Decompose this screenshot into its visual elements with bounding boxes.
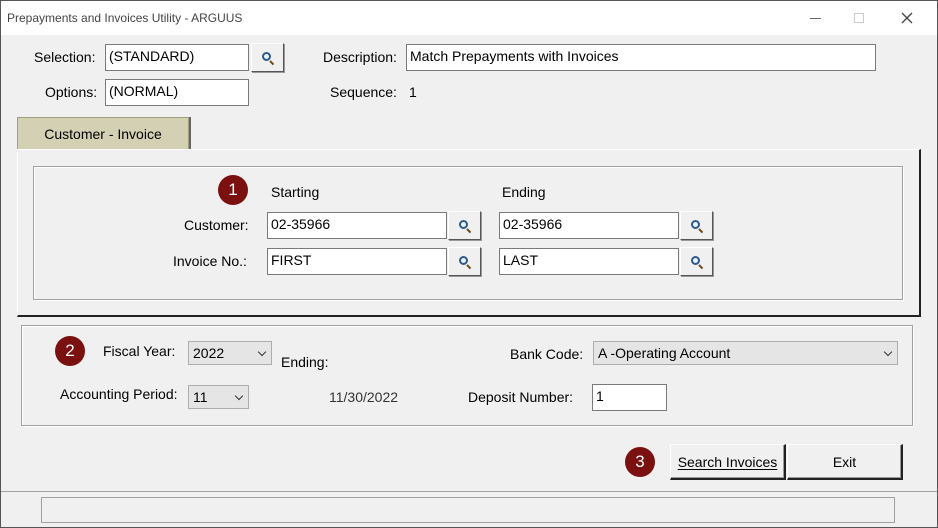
step-badge-3: 3 [625, 447, 655, 477]
chevron-down-icon [257, 347, 267, 357]
bank-code-label: Bank Code: [510, 346, 584, 362]
step-badge-1: 1 [218, 175, 248, 205]
description-label: Description: [323, 49, 397, 65]
invoice-end-field[interactable]: LAST [499, 248, 679, 275]
selection-field[interactable]: (STANDARD) [105, 44, 249, 71]
exit-button[interactable]: Exit [787, 444, 903, 480]
ending-date-value: 11/30/2022 [329, 389, 399, 405]
minimize-button[interactable] [795, 5, 835, 31]
exit-label: Exit [832, 453, 857, 470]
customer-label: Customer: [184, 217, 249, 233]
sequence-label: Sequence: [330, 84, 397, 100]
fiscal-year-select[interactable]: 2022 [188, 341, 272, 365]
accounting-period-label: Accounting Period: [60, 386, 178, 402]
options-field[interactable]: (NORMAL) [105, 79, 249, 106]
status-panel [41, 497, 895, 523]
accounting-period-value: 11 [193, 389, 208, 405]
magnifier-icon [690, 255, 703, 269]
accounting-period-select[interactable]: 11 [188, 385, 249, 409]
magnifier-icon [261, 51, 274, 65]
bank-code-select[interactable]: A -Operating Account [593, 341, 898, 365]
magnifier-icon [690, 219, 703, 233]
ending-label: Ending: [281, 354, 329, 370]
invoice-end-lookup-button[interactable] [680, 247, 713, 276]
options-label: Options: [45, 84, 98, 100]
minimize-icon [809, 17, 821, 19]
customer-start-field[interactable]: 02-35966 [267, 212, 447, 239]
selection-lookup-button[interactable] [251, 43, 284, 72]
sequence-value: 1 [409, 84, 417, 100]
deposit-number-field[interactable]: 1 [592, 384, 667, 411]
invoice-start-lookup-button[interactable] [448, 247, 481, 276]
maximize-icon [854, 13, 864, 23]
invoice-label: Invoice No.: [173, 253, 247, 269]
fiscal-year-value: 2022 [193, 345, 225, 361]
invoice-start-field[interactable]: FIRST [267, 248, 447, 275]
customer-end-field[interactable]: 02-35966 [499, 212, 679, 239]
utility-window: Prepayments and Invoices Utility - ARGUU… [0, 0, 938, 528]
tab-label: Customer - Invoice [44, 126, 162, 142]
title-bar: Prepayments and Invoices Utility - ARGUU… [1, 1, 937, 35]
starting-header: Starting [271, 184, 320, 200]
description-field[interactable]: Match Prepayments with Invoices [406, 44, 876, 71]
chevron-down-icon [234, 391, 244, 401]
selection-label: Selection: [34, 49, 96, 65]
ending-header: Ending [502, 184, 546, 200]
chevron-down-icon [883, 347, 893, 357]
fiscal-year-label: Fiscal Year: [103, 343, 176, 359]
maximize-button[interactable] [839, 5, 879, 31]
step-badge-2: 2 [55, 336, 85, 366]
customer-end-lookup-button[interactable] [680, 211, 713, 240]
close-button[interactable] [887, 5, 927, 31]
magnifier-icon [458, 219, 471, 233]
deposit-number-label: Deposit Number: [468, 389, 574, 405]
search-invoices-label: Search Invoices [677, 453, 778, 470]
customer-start-lookup-button[interactable] [448, 211, 481, 240]
search-invoices-button[interactable]: Search Invoices [670, 444, 786, 480]
close-icon [901, 12, 913, 24]
bank-code-value: A -Operating Account [598, 345, 731, 361]
status-bar [1, 491, 937, 528]
tab-customer-invoice[interactable]: Customer - Invoice [17, 117, 189, 150]
window-title: Prepayments and Invoices Utility - ARGUU… [7, 11, 243, 25]
magnifier-icon [458, 255, 471, 269]
